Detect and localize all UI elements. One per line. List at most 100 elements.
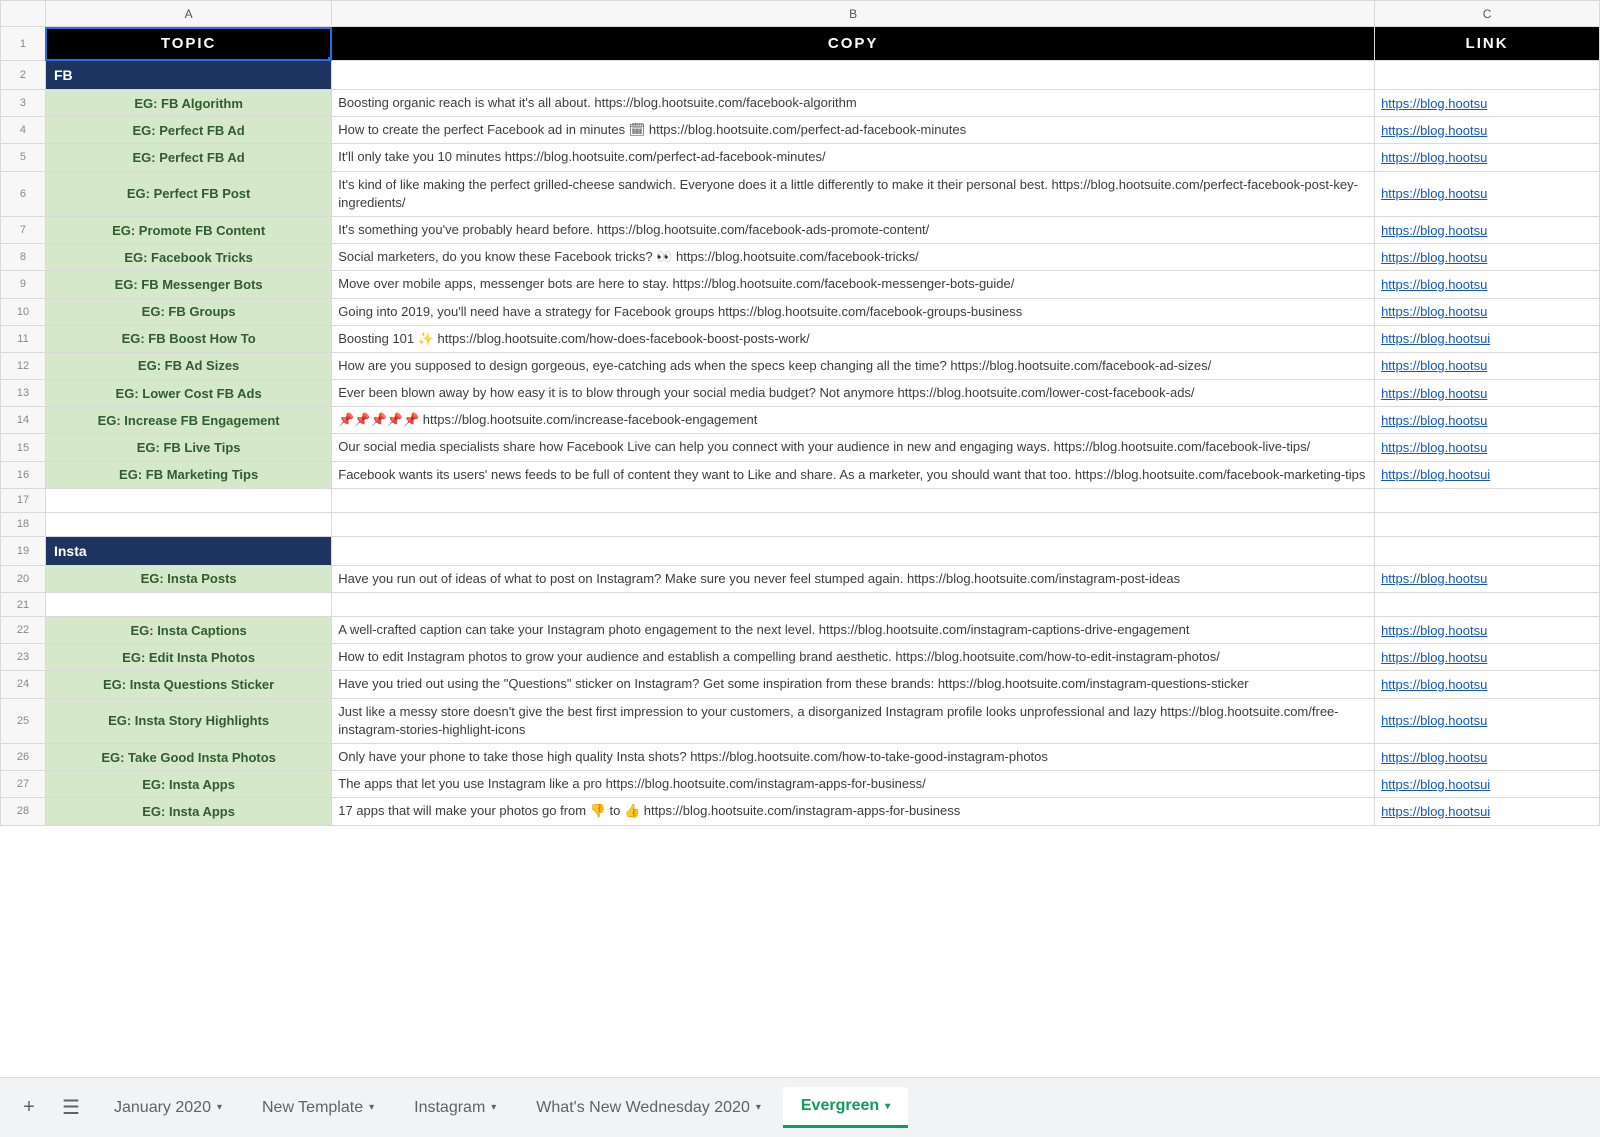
- link-cell[interactable]: https://blog.hootsu: [1375, 565, 1600, 592]
- link-cell[interactable]: https://blog.hootsui: [1375, 798, 1600, 825]
- copy-cell[interactable]: Boosting organic reach is what it's all …: [332, 90, 1375, 117]
- chevron-down-icon[interactable]: ▾: [756, 1102, 761, 1113]
- topic-cell[interactable]: EG: FB Boost How To: [45, 325, 331, 352]
- link-cell[interactable]: https://blog.hootsui: [1375, 771, 1600, 798]
- empty-cell[interactable]: [332, 512, 1375, 536]
- chevron-down-icon[interactable]: ▾: [491, 1102, 496, 1113]
- empty-cell[interactable]: [332, 593, 1375, 617]
- copy-cell[interactable]: How to create the perfect Facebook ad in…: [332, 117, 1375, 144]
- copy-cell[interactable]: Have you tried out using the "Questions"…: [332, 671, 1375, 698]
- topic-cell[interactable]: EG: Take Good Insta Photos: [45, 743, 331, 770]
- link-cell[interactable]: https://blog.hootsu: [1375, 698, 1600, 743]
- row-header[interactable]: 3: [1, 90, 46, 117]
- row-header[interactable]: 23: [1, 644, 46, 671]
- link-cell[interactable]: https://blog.hootsu: [1375, 117, 1600, 144]
- link-cell[interactable]: https://blog.hootsu: [1375, 617, 1600, 644]
- row-header[interactable]: 9: [1, 271, 46, 298]
- link-cell[interactable]: https://blog.hootsu: [1375, 90, 1600, 117]
- empty-cell[interactable]: [1375, 61, 1600, 90]
- topic-cell[interactable]: EG: Insta Apps: [45, 771, 331, 798]
- section-title[interactable]: Insta: [45, 536, 331, 565]
- copy-cell[interactable]: It'll only take you 10 minutes https://b…: [332, 144, 1375, 171]
- column-header-B[interactable]: B: [332, 1, 1375, 27]
- topic-cell[interactable]: EG: Insta Questions Sticker: [45, 671, 331, 698]
- empty-cell[interactable]: [1375, 593, 1600, 617]
- topic-cell[interactable]: EG: FB Live Tips: [45, 434, 331, 461]
- sheet-tab[interactable]: What's New Wednesday 2020▾: [518, 1089, 779, 1127]
- copy-cell[interactable]: It's something you've probably heard bef…: [332, 216, 1375, 243]
- topic-cell[interactable]: EG: Perfect FB Ad: [45, 144, 331, 171]
- link-cell[interactable]: https://blog.hootsu: [1375, 380, 1600, 407]
- row-header[interactable]: 20: [1, 565, 46, 592]
- topic-cell[interactable]: EG: Insta Story Highlights: [45, 698, 331, 743]
- row-header[interactable]: 1: [1, 27, 46, 61]
- row-header[interactable]: 27: [1, 771, 46, 798]
- copy-cell[interactable]: Only have your phone to take those high …: [332, 743, 1375, 770]
- row-header[interactable]: 26: [1, 743, 46, 770]
- empty-cell[interactable]: [1375, 536, 1600, 565]
- row-header[interactable]: 14: [1, 407, 46, 434]
- copy-cell[interactable]: Have you run out of ideas of what to pos…: [332, 565, 1375, 592]
- table-header-link[interactable]: LINK: [1375, 27, 1600, 61]
- row-header[interactable]: 25: [1, 698, 46, 743]
- topic-cell[interactable]: EG: Insta Posts: [45, 565, 331, 592]
- topic-cell[interactable]: EG: FB Messenger Bots: [45, 271, 331, 298]
- topic-cell[interactable]: EG: FB Marketing Tips: [45, 461, 331, 488]
- copy-cell[interactable]: Facebook wants its users' news feeds to …: [332, 461, 1375, 488]
- topic-cell[interactable]: EG: Insta Captions: [45, 617, 331, 644]
- row-header[interactable]: 11: [1, 325, 46, 352]
- copy-cell[interactable]: 17 apps that will make your photos go fr…: [332, 798, 1375, 825]
- topic-cell[interactable]: EG: Increase FB Engagement: [45, 407, 331, 434]
- copy-cell[interactable]: It's kind of like making the perfect gri…: [332, 171, 1375, 216]
- topic-cell[interactable]: EG: FB Ad Sizes: [45, 352, 331, 379]
- row-header[interactable]: 21: [1, 593, 46, 617]
- topic-cell[interactable]: EG: Promote FB Content: [45, 216, 331, 243]
- row-header[interactable]: 7: [1, 216, 46, 243]
- link-cell[interactable]: https://blog.hootsu: [1375, 216, 1600, 243]
- table-header-copy[interactable]: COPY: [332, 27, 1375, 61]
- row-header[interactable]: 5: [1, 144, 46, 171]
- topic-cell[interactable]: EG: Perfect FB Ad: [45, 117, 331, 144]
- link-cell[interactable]: https://blog.hootsu: [1375, 271, 1600, 298]
- link-cell[interactable]: https://blog.hootsu: [1375, 144, 1600, 171]
- row-header[interactable]: 6: [1, 171, 46, 216]
- empty-cell[interactable]: [332, 488, 1375, 512]
- topic-cell[interactable]: EG: FB Groups: [45, 298, 331, 325]
- empty-cell[interactable]: [1375, 512, 1600, 536]
- section-title[interactable]: FB: [45, 61, 331, 90]
- row-header[interactable]: 10: [1, 298, 46, 325]
- copy-cell[interactable]: A well-crafted caption can take your Ins…: [332, 617, 1375, 644]
- link-cell[interactable]: https://blog.hootsu: [1375, 298, 1600, 325]
- empty-cell[interactable]: [45, 593, 331, 617]
- sheet-tab[interactable]: Evergreen▾: [783, 1087, 908, 1128]
- copy-cell[interactable]: How are you supposed to design gorgeous,…: [332, 352, 1375, 379]
- chevron-down-icon[interactable]: ▾: [369, 1102, 374, 1113]
- row-header[interactable]: 28: [1, 798, 46, 825]
- chevron-down-icon[interactable]: ▾: [885, 1101, 890, 1112]
- link-cell[interactable]: https://blog.hootsu: [1375, 434, 1600, 461]
- row-header[interactable]: 17: [1, 488, 46, 512]
- topic-cell[interactable]: EG: Edit Insta Photos: [45, 644, 331, 671]
- copy-cell[interactable]: How to edit Instagram photos to grow you…: [332, 644, 1375, 671]
- empty-cell[interactable]: [1375, 488, 1600, 512]
- copy-cell[interactable]: The apps that let you use Instagram like…: [332, 771, 1375, 798]
- column-header-C[interactable]: C: [1375, 1, 1600, 27]
- link-cell[interactable]: https://blog.hootsu: [1375, 171, 1600, 216]
- add-sheet-button[interactable]: +: [12, 1091, 46, 1125]
- link-cell[interactable]: https://blog.hootsu: [1375, 743, 1600, 770]
- column-header-A[interactable]: A: [45, 1, 331, 27]
- row-header[interactable]: 24: [1, 671, 46, 698]
- spreadsheet-grid[interactable]: A B C 1TOPICCOPYLINK2FB3EG: FB Algorithm…: [0, 0, 1600, 1077]
- sheet-tab[interactable]: New Template▾: [244, 1089, 392, 1127]
- topic-cell[interactable]: EG: Facebook Tricks: [45, 244, 331, 271]
- row-header[interactable]: 8: [1, 244, 46, 271]
- copy-cell[interactable]: Going into 2019, you'll need have a stra…: [332, 298, 1375, 325]
- link-cell[interactable]: https://blog.hootsu: [1375, 644, 1600, 671]
- copy-cell[interactable]: Move over mobile apps, messenger bots ar…: [332, 271, 1375, 298]
- copy-cell[interactable]: Ever been blown away by how easy it is t…: [332, 380, 1375, 407]
- row-header[interactable]: 13: [1, 380, 46, 407]
- sheet-tab[interactable]: Instagram▾: [396, 1089, 514, 1127]
- link-cell[interactable]: https://blog.hootsu: [1375, 352, 1600, 379]
- copy-cell[interactable]: Our social media specialists share how F…: [332, 434, 1375, 461]
- topic-cell[interactable]: EG: Insta Apps: [45, 798, 331, 825]
